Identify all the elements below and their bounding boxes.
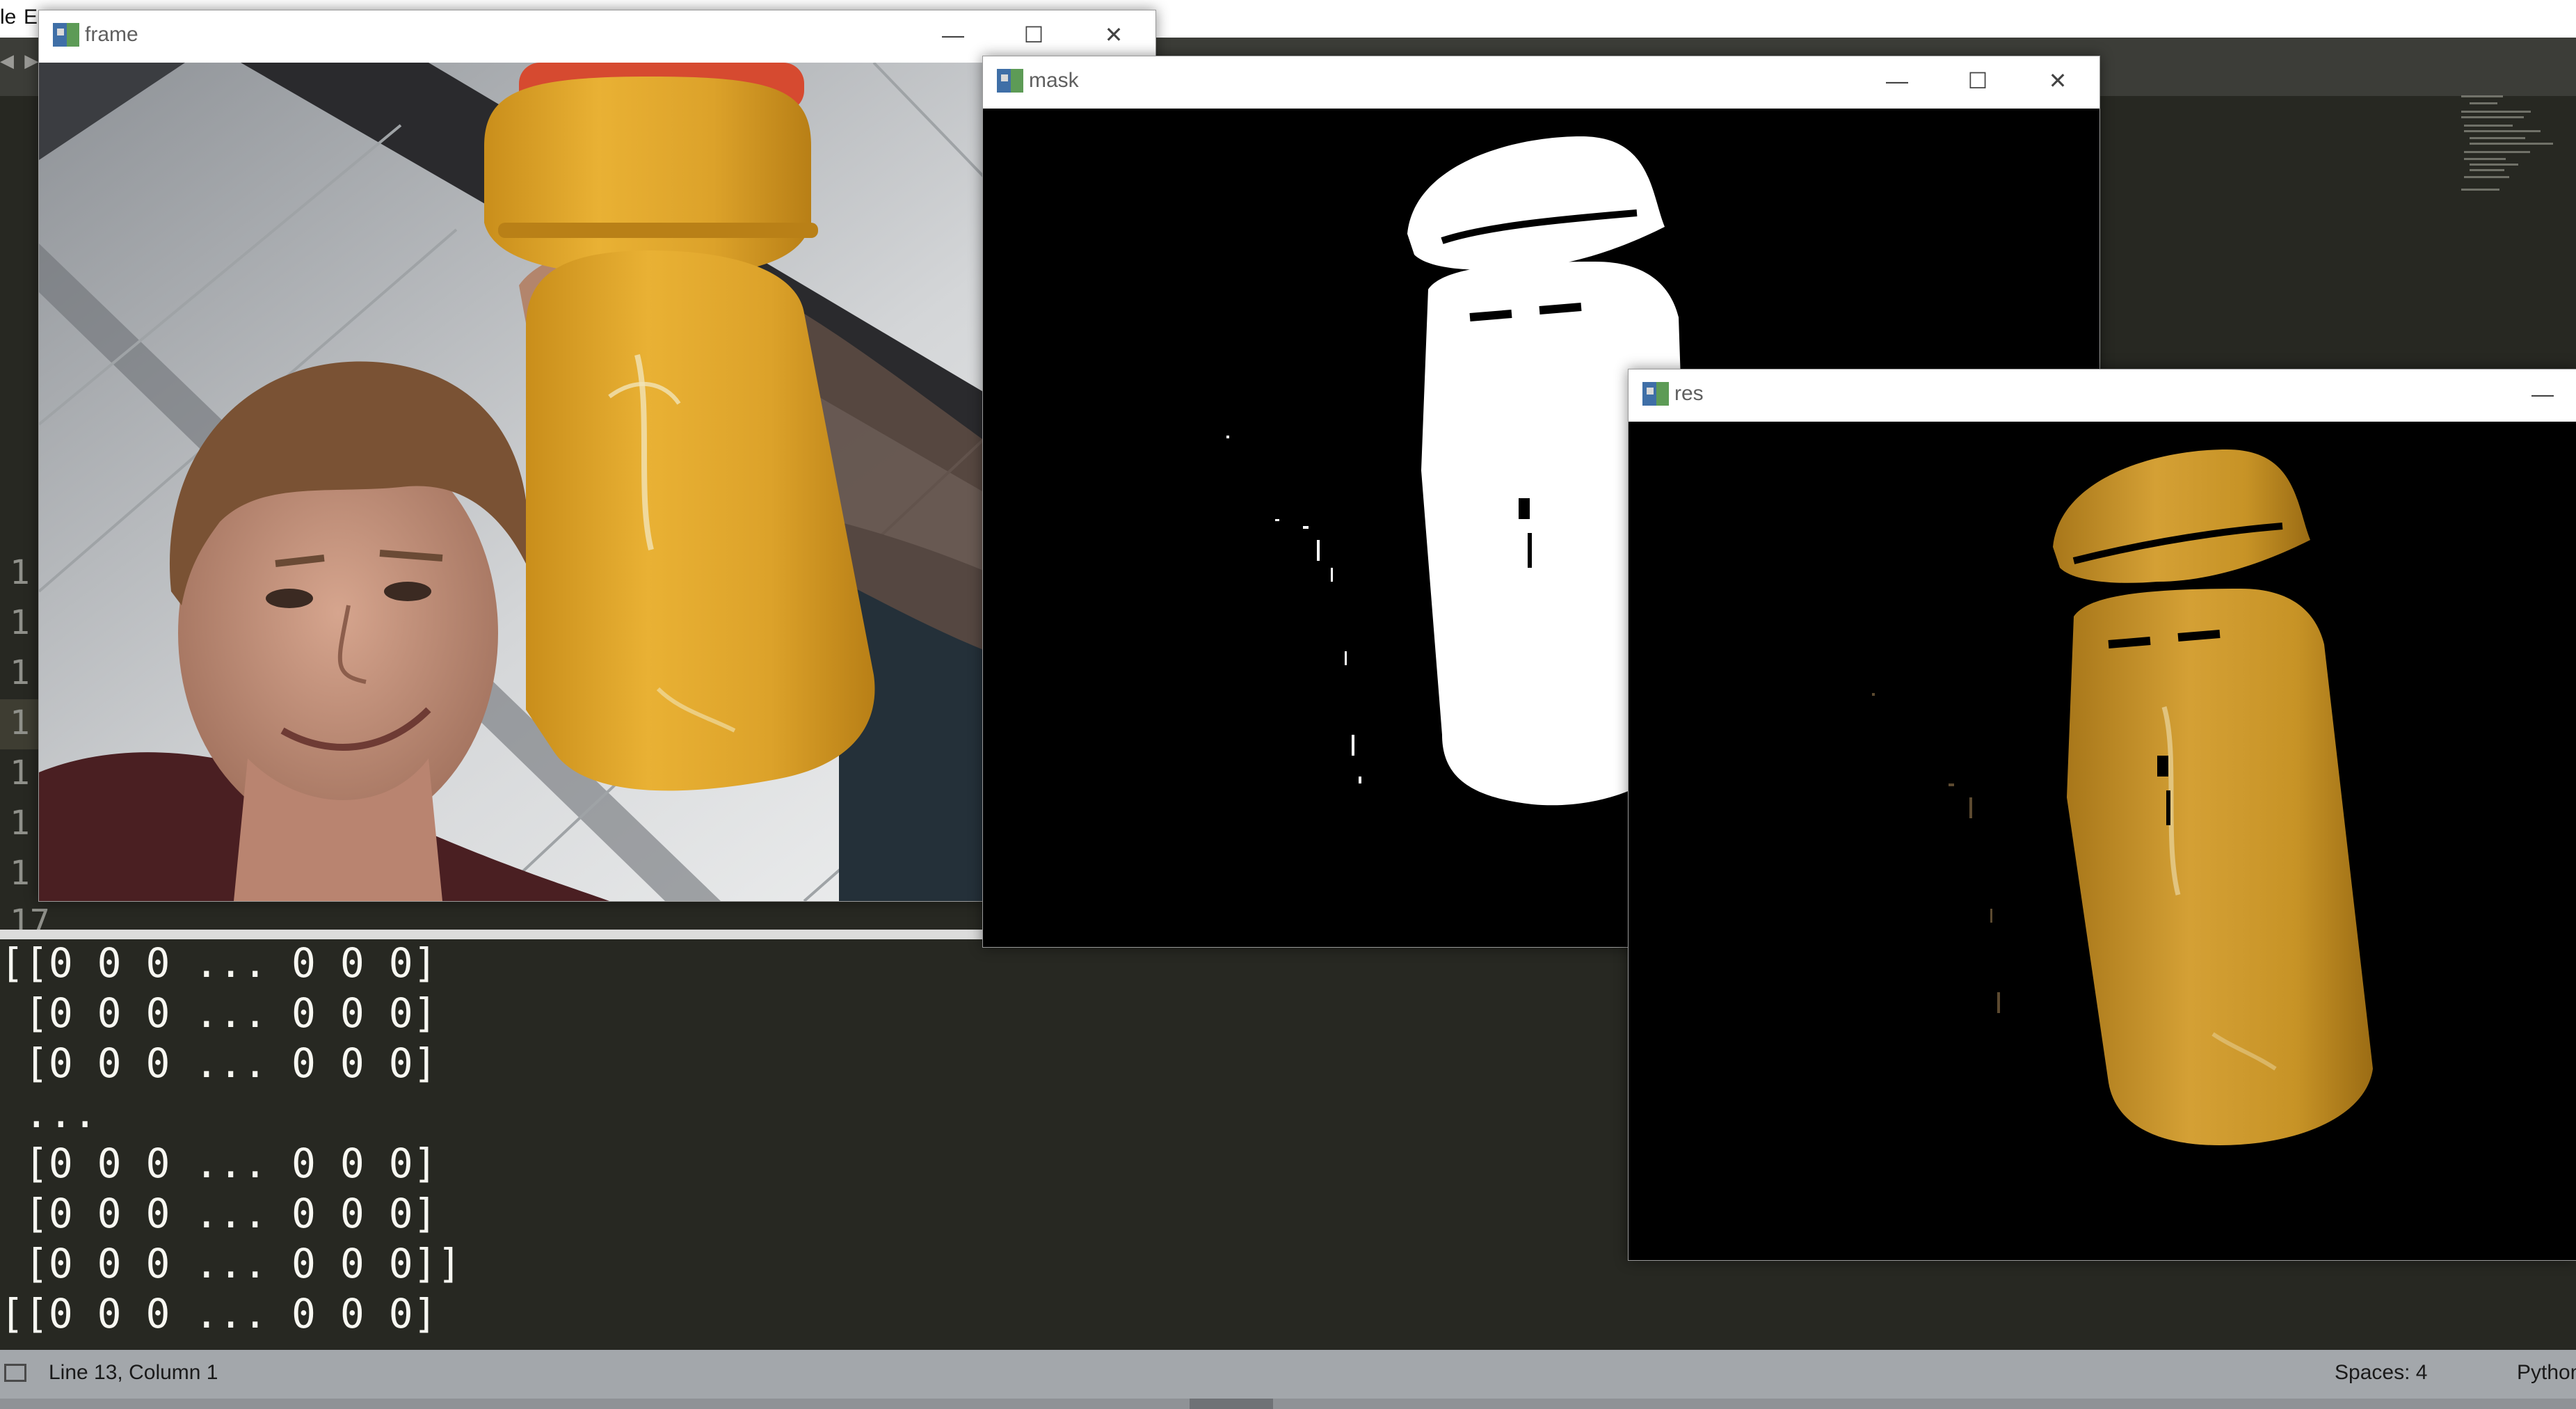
taskbar-strip <box>0 1399 2576 1409</box>
tab-scroll-arrows[interactable]: ◀ ▶ <box>0 50 41 72</box>
line-number: 17 <box>10 902 50 930</box>
line-number: 1 <box>10 603 30 642</box>
syntax-selector[interactable]: Python <box>2517 1361 2576 1385</box>
console-line: [[0 0 0 ... 0 0 0] <box>0 939 438 987</box>
mask-title: mask <box>1029 69 1079 92</box>
close-button[interactable]: ✕ <box>2037 63 2079 98</box>
console-line: [0 0 0 ... 0 0 0] <box>0 1040 438 1087</box>
line-number: 1 <box>10 553 30 592</box>
frame-titlebar[interactable]: frame — ☐ ✕ <box>39 10 1155 63</box>
opencv-window-icon <box>1642 382 1669 406</box>
cursor-position: Line 13, Column 1 <box>49 1361 218 1384</box>
console-line: [0 0 0 ... 0 0 0] <box>0 1140 438 1187</box>
res-titlebar[interactable]: res — <box>1629 369 2576 422</box>
console-line: [0 0 0 ... 0 0 0]] <box>0 1240 462 1287</box>
console-line: [[0 0 0 ... 0 0 0] <box>0 1290 438 1337</box>
menu-file[interactable]: le <box>0 6 16 29</box>
console-line: [0 0 0 ... 0 0 0] <box>0 989 438 1037</box>
minimize-button[interactable]: — <box>2522 376 2563 411</box>
opencv-window-icon <box>997 69 1023 93</box>
minimize-button[interactable]: — <box>1876 63 1918 98</box>
panel-toggle-icon[interactable] <box>4 1364 26 1382</box>
maximize-button[interactable]: ☐ <box>1013 17 1055 52</box>
minimap[interactable] <box>2456 94 2553 198</box>
line-number: 1 <box>10 754 30 793</box>
result-image <box>1629 422 2576 1260</box>
line-number: 1 <box>10 854 30 893</box>
close-button[interactable]: ✕ <box>1093 17 1135 52</box>
minimize-button[interactable]: — <box>932 17 974 52</box>
maximize-button[interactable]: ☐ <box>1957 63 1999 98</box>
line-number: 1 <box>10 703 30 742</box>
indentation-setting[interactable]: Spaces: 4 <box>2335 1361 2427 1385</box>
menu-edit[interactable]: E <box>24 6 38 29</box>
mask-titlebar[interactable]: mask — ☐ ✕ <box>983 56 2099 109</box>
res-title: res <box>1674 382 1704 405</box>
console-line: [0 0 0 ... 0 0 0] <box>0 1190 438 1237</box>
line-number: 1 <box>10 804 30 843</box>
line-number: 1 <box>10 653 30 692</box>
frame-title: frame <box>85 23 138 46</box>
opencv-window-icon <box>53 23 79 47</box>
horizontal-scrollbar[interactable] <box>0 930 988 939</box>
res-window[interactable]: res — <box>1628 369 2576 1261</box>
status-bar: Line 13, Column 1 Spaces: 4 Python <box>0 1350 2576 1399</box>
console-line: ... <box>0 1090 97 1137</box>
